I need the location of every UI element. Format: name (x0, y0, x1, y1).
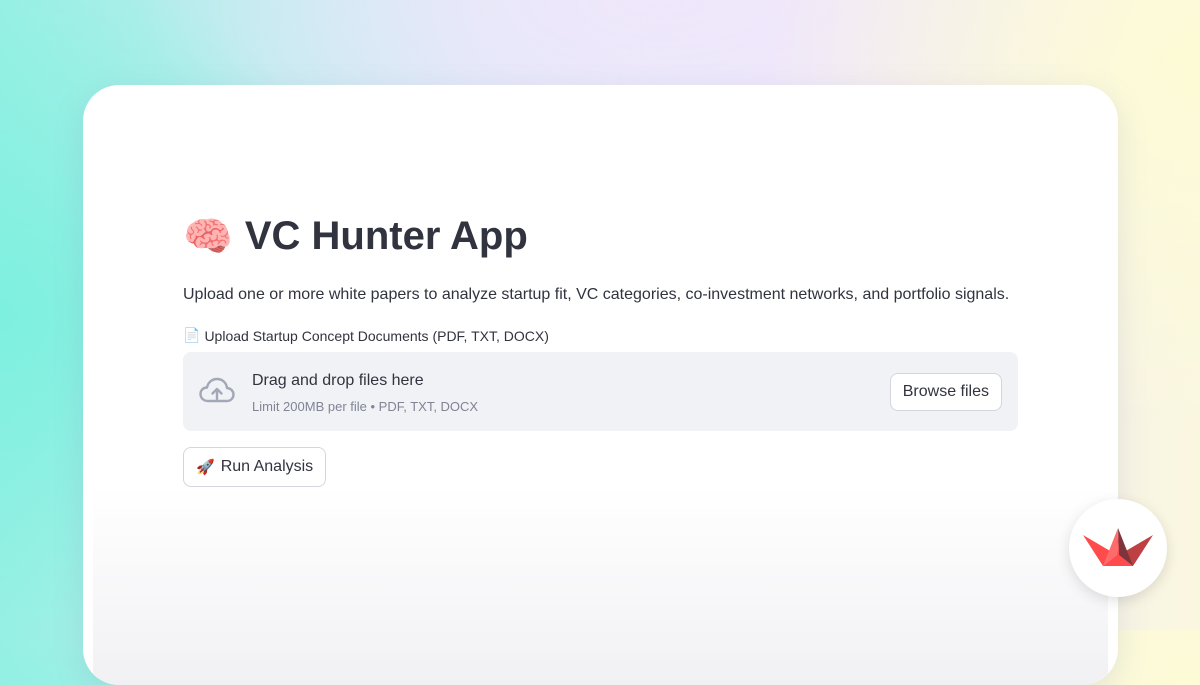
uploader-label: 📄 Upload Startup Concept Documents (PDF,… (183, 328, 549, 344)
streamlit-logo-icon (1083, 528, 1153, 566)
streamlit-logo-badge (1069, 499, 1167, 597)
run-analysis-button[interactable]: 🚀 Run Analysis (183, 447, 327, 487)
file-dropzone[interactable]: Drag and drop files here Limit 200MB per… (183, 352, 1018, 431)
dropzone-instruction: Drag and drop files here (252, 372, 424, 389)
card-fade (93, 485, 1108, 685)
page-description: Upload one or more white papers to analy… (183, 286, 1010, 303)
brain-icon: 🧠 (183, 214, 233, 260)
run-analysis-label: Run Analysis (220, 458, 314, 475)
document-icon: 📄 (183, 328, 201, 344)
uploader-label-text: Upload Startup Concept Documents (PDF, T… (204, 328, 549, 344)
page-title-text: VC Hunter App (244, 214, 528, 258)
page-title: 🧠 VC Hunter App (183, 213, 528, 260)
rocket-icon: 🚀 (196, 458, 215, 476)
cloud-upload-icon (199, 377, 235, 403)
dropzone-limit: Limit 200MB per file • PDF, TXT, DOCX (252, 399, 479, 414)
browse-files-button[interactable]: Browse files (889, 373, 1002, 411)
app-card: 🧠 VC Hunter App Upload one or more white… (83, 85, 1118, 685)
